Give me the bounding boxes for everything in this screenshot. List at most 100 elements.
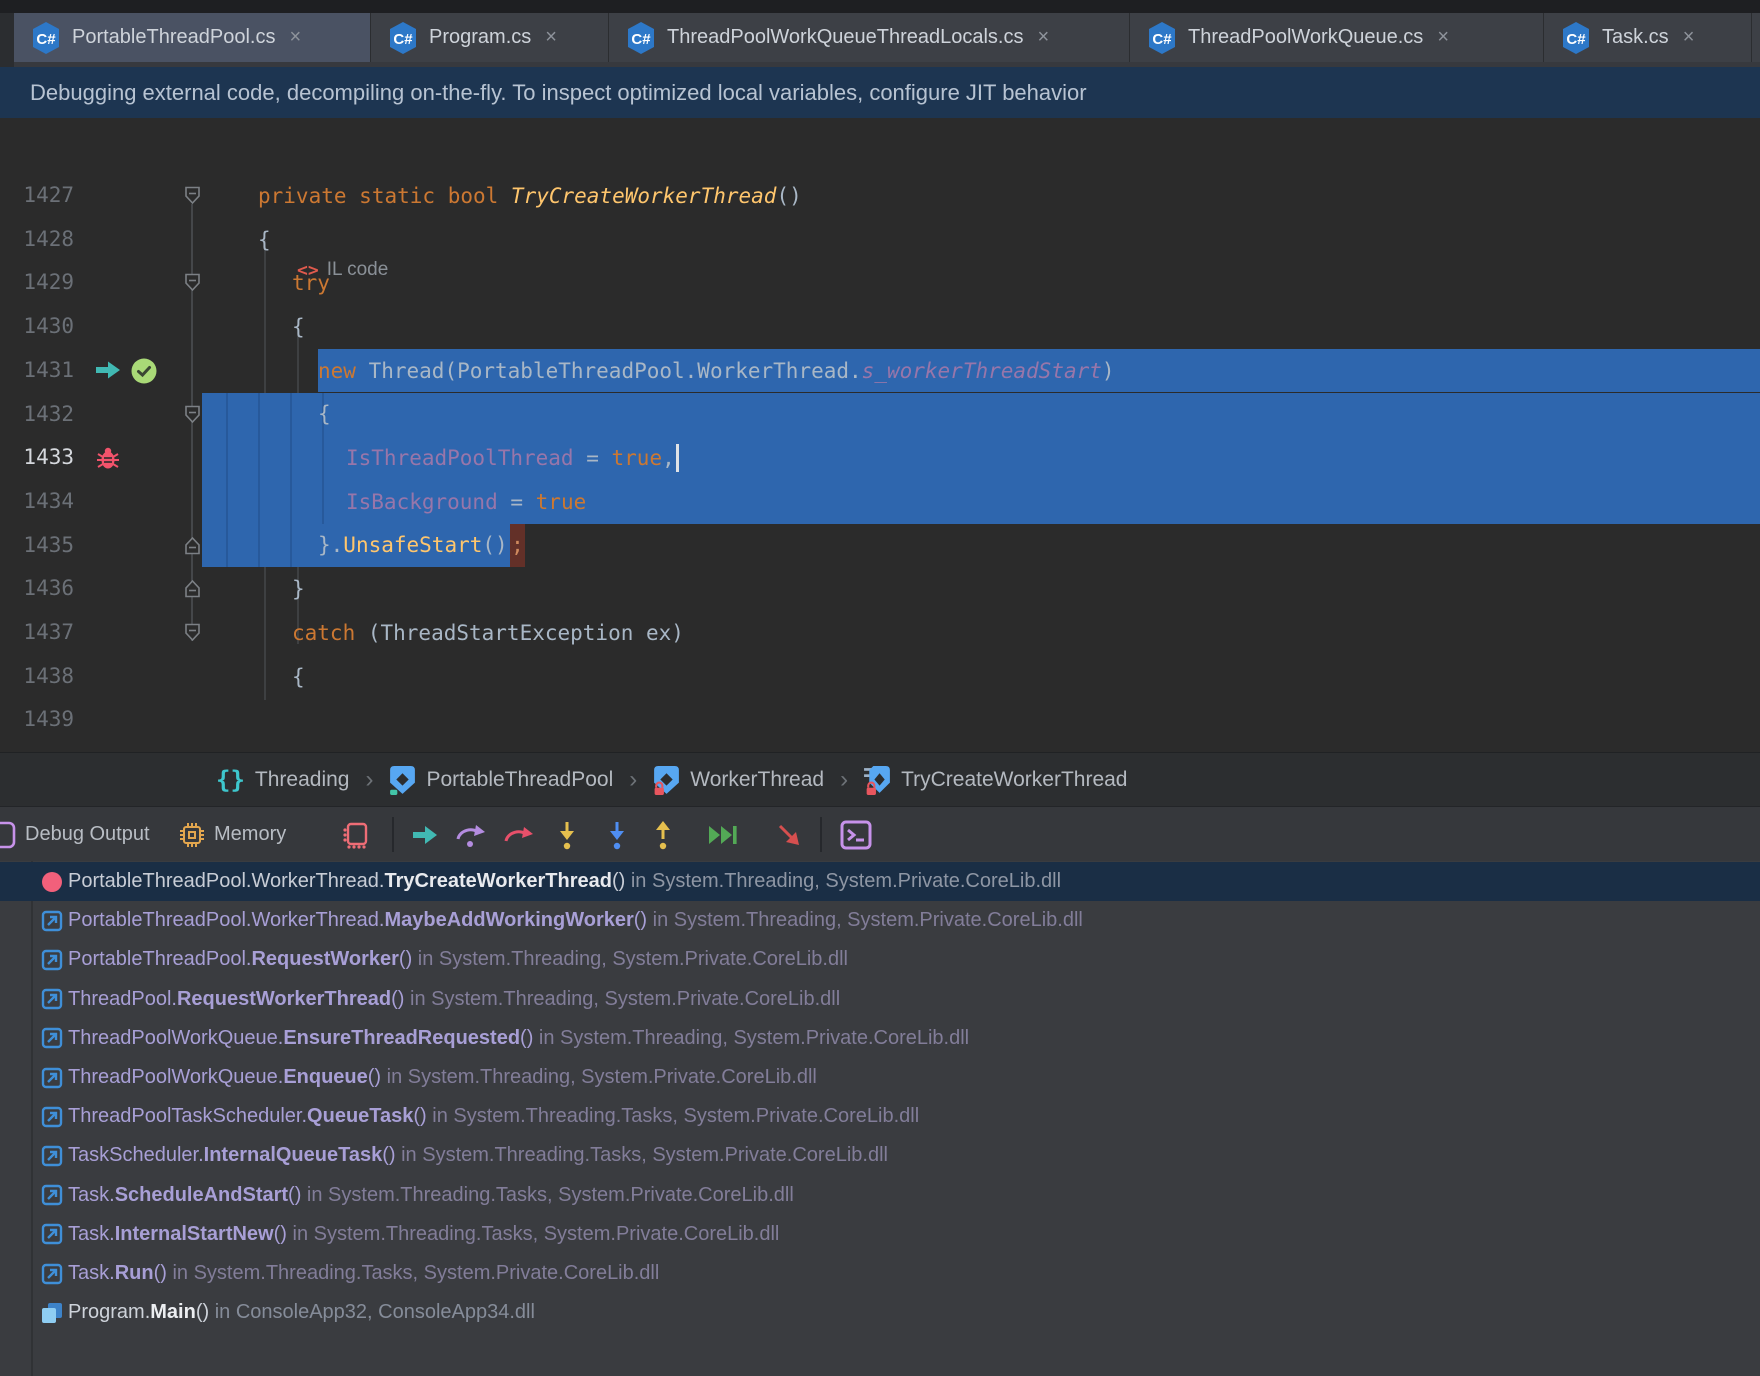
- tab-task-cs[interactable]: C#Task.cs×: [1544, 13, 1752, 62]
- code-token: true: [612, 446, 663, 470]
- frame-pre: TaskScheduler.: [68, 1144, 204, 1166]
- tab-close-icon[interactable]: ×: [289, 26, 301, 49]
- frame-method: QueueTask: [307, 1105, 413, 1127]
- external-frame-icon: [40, 1222, 64, 1246]
- code-token: [435, 184, 448, 208]
- step-out[interactable]: [644, 807, 682, 862]
- stack-frame-row[interactable]: Program.Main() in ConsoleApp32, ConsoleA…: [0, 1293, 1760, 1332]
- stack-frame-row[interactable]: Task.ScheduleAndStart() in System.Thread…: [0, 1176, 1760, 1215]
- frame-pre: Task.: [68, 1223, 115, 1245]
- verified-breakpoint-icon[interactable]: [130, 357, 158, 385]
- breadcrumb-item-workerthread[interactable]: WorkerThread: [653, 765, 824, 796]
- fold-up-icon[interactable]: [184, 579, 201, 598]
- frame-method: Main: [150, 1301, 196, 1323]
- stack-frame-row[interactable]: Task.Run() in System.Threading.Tasks, Sy…: [0, 1254, 1760, 1293]
- breadcrumb-item-threading[interactable]: {}Threading: [216, 766, 349, 794]
- force-run-to-cursor[interactable]: [770, 807, 808, 862]
- frame-paren: (): [399, 948, 412, 970]
- step-over[interactable]: [452, 807, 490, 862]
- force-step-over[interactable]: [500, 807, 538, 862]
- fold-down-icon[interactable]: [184, 623, 201, 642]
- external-frame-icon: [40, 1105, 64, 1129]
- toolbar-tab-memory[interactable]: Memory: [214, 807, 286, 862]
- stack-frame-row[interactable]: Task.InternalStartNew() in System.Thread…: [0, 1215, 1760, 1254]
- code-token: TryCreateWorkerThread: [511, 184, 777, 208]
- code-line-1437: catch (ThreadStartException ex): [292, 611, 684, 655]
- stack-frame-text: TaskScheduler.InternalQueueTask() in Sys…: [68, 1144, 888, 1167]
- toolbar-separator: [820, 817, 822, 852]
- tab-label: ThreadPoolWorkQueueThreadLocals.cs: [667, 26, 1023, 49]
- stack-frame-text: Task.Run() in System.Threading.Tasks, Sy…: [68, 1262, 659, 1285]
- breadcrumb-item-trycreateworkerthread[interactable]: TryCreateWorkerThread: [864, 765, 1127, 796]
- frame-method: EnsureThreadRequested: [283, 1027, 520, 1049]
- tab-bar-left-pad: [0, 13, 14, 67]
- stack-frame-text: PortableThreadPool.WorkerThread.TryCreat…: [68, 870, 1061, 893]
- code-token: Thread(PortableThreadPool.WorkerThread.: [356, 359, 862, 383]
- call-stack-panel: PortableThreadPool.WorkerThread.TryCreat…: [0, 861, 1760, 1376]
- selection-indent-guide: [290, 393, 292, 568]
- tab-threadpoolworkqueue-cs[interactable]: C# ThreadPoolWorkQueue.cs ×: [1130, 13, 1544, 62]
- fold-down-icon[interactable]: [184, 405, 201, 424]
- frame-method: Run: [115, 1262, 154, 1284]
- tab-threadpool[interactable]: C#ThreadPool: [1752, 13, 1760, 62]
- csharp-file-icon: C#: [1560, 21, 1592, 55]
- step-into[interactable]: [548, 807, 586, 862]
- code-line-1427: private static bool TryCreateWorkerThrea…: [258, 174, 802, 218]
- fold-down-icon[interactable]: [184, 273, 201, 292]
- breakpoint-bug-icon[interactable]: [94, 446, 122, 472]
- tab-close-icon[interactable]: ×: [1037, 26, 1049, 49]
- code-token: ,: [662, 446, 675, 470]
- svg-text:C#: C#: [1152, 31, 1172, 48]
- csharp-file-icon: C#: [387, 21, 419, 55]
- breadcrumb-item-portablethreadpool[interactable]: PortableThreadPool: [389, 765, 613, 796]
- stack-frame-row[interactable]: ThreadPoolWorkQueue.EnsureThreadRequeste…: [0, 1019, 1760, 1058]
- code-line-1434: IsBackground = true: [346, 480, 586, 524]
- selection-indent-guide: [226, 393, 228, 568]
- frame-loc: in System.Threading, System.Private.Core…: [533, 1027, 969, 1049]
- run-to-cursor[interactable]: [704, 807, 742, 862]
- user-frame-icon: [40, 1301, 64, 1325]
- show-execution-point[interactable]: [406, 807, 444, 862]
- stack-frame-row[interactable]: TaskScheduler.InternalQueueTask() in Sys…: [0, 1136, 1760, 1175]
- breadcrumb-items: {}Threading›PortableThreadPool›WorkerThr…: [216, 765, 1128, 796]
- stack-frame-row[interactable]: ThreadPool.RequestWorkerThread() in Syst…: [0, 980, 1760, 1019]
- code-line-1431: new Thread(PortableThreadPool.WorkerThre…: [318, 349, 1115, 393]
- evaluate-console[interactable]: [838, 807, 874, 862]
- stack-frame-text: ThreadPoolTaskScheduler.QueueTask() in S…: [68, 1105, 919, 1128]
- line-number: 1433: [14, 436, 74, 480]
- csharp-file-icon: C#: [1146, 21, 1178, 55]
- stack-frame-row[interactable]: PortableThreadPool.WorkerThread.TryCreat…: [0, 862, 1760, 901]
- frame-pre: Task.: [68, 1184, 115, 1206]
- csharp-file-icon: C#: [625, 21, 657, 55]
- tab-close-icon[interactable]: ×: [1683, 26, 1695, 49]
- execution-pointer-icon[interactable]: [94, 359, 122, 381]
- frame-pre: PortableThreadPool.WorkerThread.: [68, 870, 384, 892]
- restart-frames-icon[interactable]: [340, 807, 370, 862]
- stack-frame-row[interactable]: PortableThreadPool.RequestWorker() in Sy…: [0, 940, 1760, 979]
- force-step-into[interactable]: [598, 807, 636, 862]
- tab-threadpoolworkqueuethreadlocals-cs[interactable]: C# ThreadPoolWorkQueueThreadLocals.cs ×: [609, 13, 1130, 62]
- fold-down-icon[interactable]: [184, 186, 201, 205]
- code-editor[interactable]: <> IL code 1427private static bool TryCr…: [0, 118, 1760, 752]
- frame-paren: (): [274, 1223, 287, 1245]
- stack-frame-text: PortableThreadPool.RequestWorker() in Sy…: [68, 948, 848, 971]
- memory-chip-icon: [178, 807, 206, 862]
- editor-tab-bar: C#PortableThreadPool.cs×C#Program.cs×C#T…: [0, 13, 1760, 67]
- tab-close-icon[interactable]: ×: [1437, 26, 1449, 49]
- code-token: try: [292, 271, 330, 295]
- fold-up-icon[interactable]: [184, 536, 201, 555]
- line-number: 1432: [14, 393, 74, 437]
- namespace-icon: {}: [216, 766, 245, 794]
- tab-close-icon[interactable]: ×: [545, 26, 557, 49]
- frame-paren: (): [520, 1027, 533, 1049]
- stack-frame-row[interactable]: ThreadPoolWorkQueue.Enqueue() in System.…: [0, 1058, 1760, 1097]
- stack-frame-row[interactable]: ThreadPoolTaskScheduler.QueueTask() in S…: [0, 1097, 1760, 1136]
- tab-label: ThreadPoolWorkQueue.cs: [1188, 26, 1423, 49]
- tab-portablethreadpool-cs[interactable]: C#PortableThreadPool.cs×: [14, 13, 371, 62]
- frame-pre: ThreadPoolTaskScheduler.: [68, 1105, 307, 1127]
- frame-loc: in System.Threading.Tasks, System.Privat…: [427, 1105, 919, 1127]
- tab-program-cs[interactable]: C#Program.cs×: [371, 13, 609, 62]
- frame-loc: in System.Threading.Tasks, System.Privat…: [287, 1223, 779, 1245]
- stack-frame-row[interactable]: PortableThreadPool.WorkerThread.MaybeAdd…: [0, 901, 1760, 940]
- toolbar-tab-debug-output[interactable]: Debug Output: [25, 807, 150, 862]
